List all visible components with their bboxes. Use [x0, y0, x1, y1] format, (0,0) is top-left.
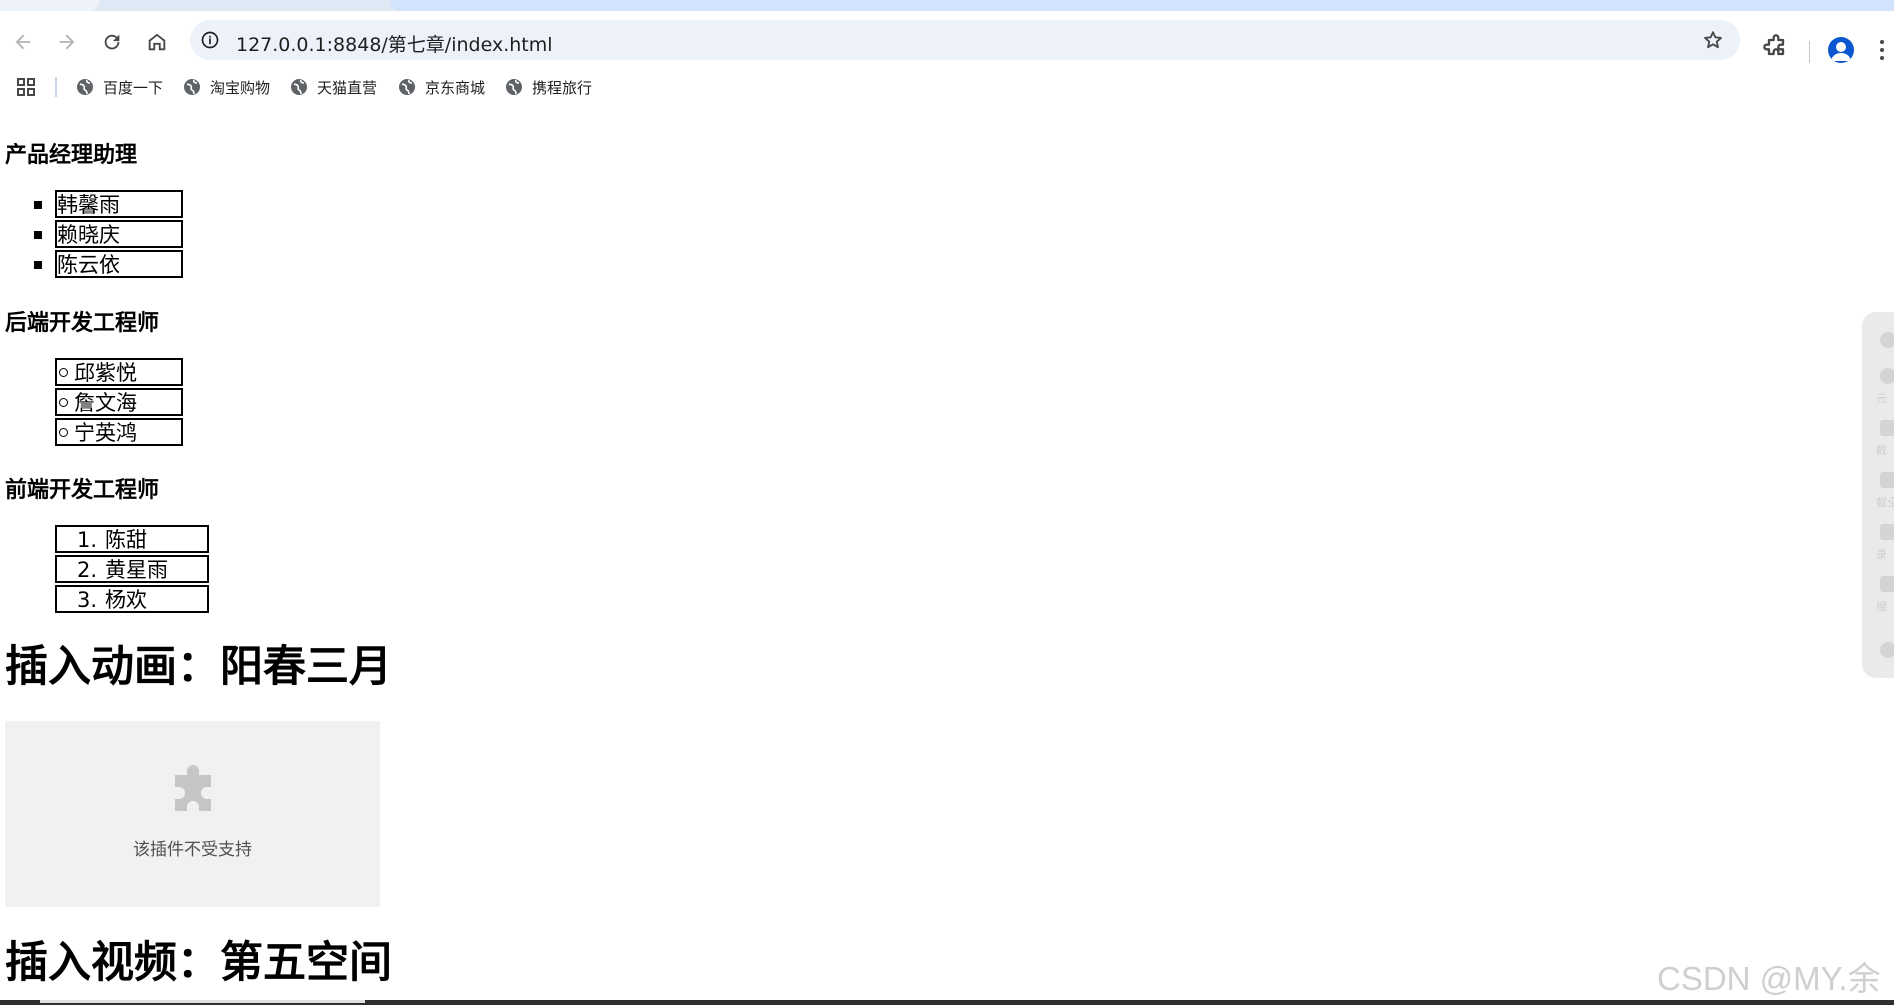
toolbar-divider — [1809, 41, 1810, 63]
bookmark-label: 携程旅行 — [532, 78, 593, 97]
person-icon — [1831, 42, 1851, 61]
side-label: 截全 — [1876, 496, 1894, 509]
globe-icon — [506, 79, 522, 95]
bookmarks-divider — [55, 77, 57, 97]
tab-strip-background — [390, 0, 1894, 11]
globe-icon — [291, 79, 307, 95]
list-number: 3. — [76, 588, 97, 612]
square-bullet-icon — [34, 201, 42, 209]
list-number: 2. — [76, 558, 97, 582]
scroll-thumb[interactable] — [40, 1000, 365, 1003]
apps-grid-icon[interactable] — [16, 77, 36, 97]
bookmark-label: 京东商城 — [425, 78, 486, 97]
list-item: 宁英鸿 — [55, 418, 183, 446]
tool-icon[interactable] — [1880, 368, 1894, 384]
list-item-text: 詹文海 — [74, 391, 137, 415]
list-item-text: 邱紫悦 — [74, 361, 137, 385]
globe-icon — [77, 79, 93, 95]
square-bullet-icon — [34, 231, 42, 239]
camera-icon[interactable] — [1880, 420, 1894, 436]
section-title-backend: 后端开发工程师 — [5, 311, 160, 336]
plugin-unsupported-message: 该插件不受支持 — [133, 840, 252, 860]
more-menu-icon[interactable] — [1878, 38, 1886, 62]
floating-side-toolbar: 元 截 截全 录 搜 — [1862, 312, 1894, 678]
bookmark-ctrip[interactable]: 携程旅行 — [505, 75, 592, 99]
list-item: 邱紫悦 — [55, 358, 183, 386]
list-item: 2. 黄星雨 — [55, 555, 209, 583]
square-bullet-icon — [34, 261, 42, 269]
puzzle-piece-icon — [175, 765, 211, 811]
browser-toolbar: 127.0.0.1:8848/第七章/index.html — [0, 11, 1894, 69]
list-item-text: 韩馨雨 — [55, 190, 183, 218]
list-item-text: 赖晓庆 — [55, 220, 183, 248]
extensions-icon[interactable] — [1762, 33, 1790, 61]
reload-icon — [104, 34, 120, 50]
back-button[interactable] — [8, 27, 38, 57]
address-bar[interactable]: 127.0.0.1:8848/第七章/index.html — [190, 20, 1740, 60]
side-label: 录 — [1876, 548, 1887, 561]
taskbar-edge — [0, 1000, 1894, 1005]
arrow-left-icon — [15, 34, 31, 50]
bookmark-jd[interactable]: 京东商城 — [398, 75, 485, 99]
globe-icon — [399, 79, 415, 95]
bookmarks-bar: 百度一下 淘宝购物 天猫直营 京东商城 携程旅行 — [0, 69, 1894, 105]
bookmark-star-icon[interactable] — [1702, 29, 1724, 51]
list-item-text: 陈甜 — [105, 528, 147, 552]
bookmark-label: 天猫直营 — [317, 78, 378, 97]
section-title-frontend: 前端开发工程师 — [5, 478, 160, 503]
circle-bullet-icon — [59, 428, 68, 437]
list-item: 3. 杨欢 — [55, 585, 209, 613]
active-tab[interactable] — [0, 0, 100, 11]
side-label: 搜 — [1876, 600, 1887, 613]
bookmark-tmall[interactable]: 天猫直营 — [290, 75, 377, 99]
circle-bullet-icon — [59, 398, 68, 407]
circle-bullet-icon — [59, 368, 68, 377]
bookmark-label: 淘宝购物 — [210, 78, 271, 97]
search-icon[interactable] — [1880, 576, 1894, 592]
record-icon[interactable] — [1880, 524, 1894, 540]
bookmark-baidu[interactable]: 百度一下 — [76, 75, 163, 99]
list-item-text: 黄星雨 — [105, 558, 168, 582]
home-icon — [148, 33, 166, 51]
globe-icon — [184, 79, 200, 95]
list-number: 1. — [76, 528, 97, 552]
arrow-right-icon — [59, 34, 75, 50]
unsupported-plugin-box[interactable]: 该插件不受支持 — [5, 721, 380, 907]
animation-heading: 插入动画：阳春三月 — [5, 642, 392, 692]
home-button[interactable] — [142, 27, 172, 57]
bookmark-taobao[interactable]: 淘宝购物 — [183, 75, 270, 99]
list-item-text: 陈云依 — [55, 250, 183, 278]
reload-button[interactable] — [97, 27, 127, 57]
site-info-icon[interactable] — [198, 28, 222, 52]
screen-capture-icon[interactable] — [1880, 472, 1894, 488]
tab-strip — [0, 0, 1894, 11]
heart-icon[interactable] — [1880, 332, 1894, 348]
forward-button[interactable] — [52, 27, 82, 57]
bookmark-label: 百度一下 — [103, 78, 164, 97]
side-label: 截 — [1876, 444, 1887, 457]
list-item: 1. 陈甜 — [55, 525, 209, 553]
page-content: 产品经理助理 韩馨雨 赖晓庆 陈云依 后端开发工程师 邱紫悦 詹文海 宁英鸿 前… — [0, 105, 1860, 1005]
url-text[interactable]: 127.0.0.1:8848/第七章/index.html — [236, 30, 553, 57]
video-heading: 插入视频：第五空间 — [5, 938, 392, 988]
list-item: 詹文海 — [55, 388, 183, 416]
side-label: 元 — [1876, 392, 1887, 405]
watermark: CSDN @MY.余 — [1657, 960, 1881, 997]
section-title-product: 产品经理助理 — [5, 143, 138, 168]
profile-avatar[interactable] — [1828, 37, 1854, 63]
list-item-text: 宁英鸿 — [74, 421, 137, 445]
list-item-text: 杨欢 — [105, 588, 147, 612]
settings-icon[interactable] — [1880, 642, 1894, 658]
